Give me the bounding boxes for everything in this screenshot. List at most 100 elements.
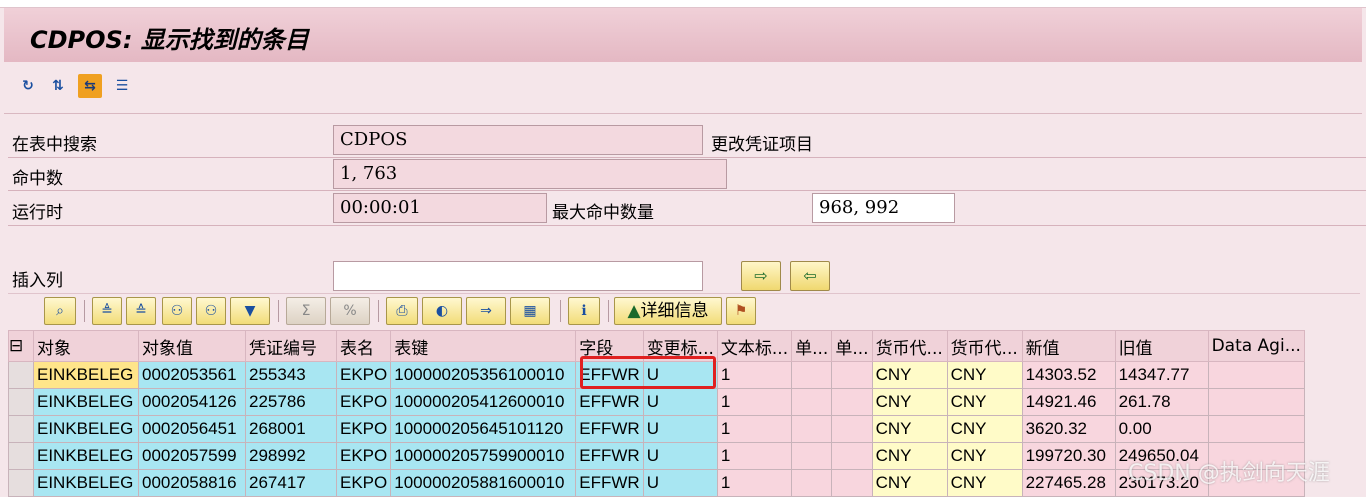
table-cell[interactable]: EINKBELEG — [33, 388, 139, 416]
table-cell[interactable]: EFFWR — [575, 388, 644, 416]
max-hits-field[interactable]: 968, 992 — [812, 193, 955, 223]
table-cell[interactable] — [1207, 388, 1305, 416]
extra-button[interactable]: ⚑ — [726, 297, 756, 325]
export-icon[interactable]: ⇆ — [78, 74, 102, 98]
table-cell[interactable]: 0002054126 — [138, 388, 246, 416]
table-cell[interactable]: CNY — [871, 469, 948, 497]
table-cell[interactable] — [1207, 361, 1305, 389]
row-selector[interactable] — [8, 415, 34, 443]
info-button[interactable]: ℹ — [568, 297, 600, 325]
table-cell[interactable] — [791, 415, 833, 443]
insert-column-field[interactable] — [333, 261, 703, 291]
table-cell[interactable]: 0002053561 — [138, 361, 246, 389]
table-cell[interactable]: EFFWR — [575, 469, 644, 497]
column-header[interactable]: 表名 — [335, 330, 392, 362]
list-icon[interactable]: ☰ — [110, 74, 134, 98]
table-cell[interactable]: CNY — [871, 361, 948, 389]
table-cell[interactable]: EKPO — [335, 388, 392, 416]
table-cell[interactable]: EINKBELEG — [33, 442, 139, 470]
table-cell[interactable]: 100000205356100010 — [390, 361, 577, 389]
column-header[interactable]: 对象值 — [138, 330, 246, 362]
table-cell[interactable]: EFFWR — [575, 442, 644, 470]
table-cell[interactable]: 1 — [716, 361, 793, 389]
column-header[interactable]: 文本标... — [716, 330, 793, 362]
table-cell[interactable]: U — [642, 442, 718, 470]
table-cell[interactable]: 1 — [716, 388, 793, 416]
table-cell[interactable]: 14347.77 — [1114, 361, 1209, 389]
table-cell[interactable]: EINKBELEG — [33, 469, 139, 497]
find-next-button[interactable]: ⚇ — [196, 297, 226, 325]
table-cell[interactable]: 1 — [716, 442, 793, 470]
row-selector[interactable] — [8, 442, 34, 470]
table-row[interactable]: EINKBELEG 0002054126 225786 EKPO 10000020541… — [8, 388, 1305, 416]
table-cell[interactable]: 298992 — [245, 442, 337, 470]
insert-column-button[interactable]: ⇨ — [741, 261, 781, 291]
table-cell[interactable]: 199720.30 — [1021, 442, 1116, 470]
table-cell[interactable]: EINKBELEG — [33, 415, 139, 443]
details-button[interactable]: ▲详细信息 — [614, 297, 722, 325]
table-cell[interactable]: 0002058816 — [138, 469, 246, 497]
table-cell[interactable]: 227465.28 — [1021, 469, 1116, 497]
print-button[interactable]: ⎙ — [386, 297, 418, 325]
table-cell[interactable] — [1207, 415, 1305, 443]
table-cell[interactable]: U — [642, 469, 718, 497]
table-cell[interactable]: 225786 — [245, 388, 337, 416]
table-cell[interactable]: CNY — [946, 361, 1023, 389]
table-cell[interactable]: 100000205645101120 — [390, 415, 577, 443]
table-cell[interactable]: 255343 — [245, 361, 337, 389]
column-header[interactable]: 货币代... — [871, 330, 948, 362]
sort-ascending-button[interactable]: ≜ — [92, 297, 122, 325]
table-cell[interactable]: 268001 — [245, 415, 337, 443]
table-cell[interactable]: 1 — [716, 415, 793, 443]
table-cell[interactable] — [831, 388, 873, 416]
table-cell[interactable]: 100000205759900010 — [390, 442, 577, 470]
table-cell[interactable] — [831, 469, 873, 497]
table-cell[interactable]: U — [642, 415, 718, 443]
column-header[interactable]: 表键 — [390, 330, 577, 362]
find-button[interactable]: ⚇ — [162, 297, 192, 325]
remove-column-button[interactable]: ⇦ — [790, 261, 830, 291]
table-cell[interactable] — [831, 415, 873, 443]
table-cell[interactable]: EKPO — [335, 415, 392, 443]
table-cell[interactable] — [791, 388, 833, 416]
details-view-button[interactable]: ⌕ — [44, 297, 76, 325]
table-cell[interactable]: 261.78 — [1114, 388, 1209, 416]
table-cell[interactable]: CNY — [871, 388, 948, 416]
table-cell[interactable] — [791, 442, 833, 470]
table-cell[interactable]: 100000205881600010 — [390, 469, 577, 497]
filter-icon[interactable]: ⇅ — [46, 74, 70, 98]
table-cell[interactable]: CNY — [946, 415, 1023, 443]
layout-button[interactable]: ▦ — [510, 297, 550, 325]
table-cell[interactable]: U — [642, 388, 718, 416]
column-header[interactable]: 单... — [831, 330, 873, 362]
table-cell[interactable] — [831, 442, 873, 470]
table-cell[interactable]: CNY — [946, 469, 1023, 497]
column-header[interactable]: 凭证编号 — [245, 330, 337, 362]
table-cell[interactable]: EFFWR — [575, 415, 644, 443]
table-cell[interactable]: 14303.52 — [1021, 361, 1116, 389]
table-cell[interactable]: 3620.32 — [1021, 415, 1116, 443]
row-selector[interactable] — [8, 388, 34, 416]
sort-descending-button[interactable]: ≙ — [126, 297, 156, 325]
table-cell[interactable]: 0002056451 — [138, 415, 246, 443]
table-cell[interactable]: 100000205412600010 — [390, 388, 577, 416]
table-cell[interactable]: EKPO — [335, 361, 392, 389]
column-header[interactable]: Data Agi... — [1207, 330, 1305, 362]
table-cell[interactable]: CNY — [871, 442, 948, 470]
table-cell[interactable]: 0002057599 — [138, 442, 246, 470]
table-name-field[interactable]: CDPOS — [333, 125, 703, 155]
table-cell[interactable]: CNY — [946, 442, 1023, 470]
table-cell[interactable]: CNY — [871, 415, 948, 443]
table-cell[interactable] — [791, 469, 833, 497]
table-cell[interactable]: CNY — [946, 388, 1023, 416]
table-cell[interactable]: EKPO — [335, 469, 392, 497]
table-cell[interactable]: 14921.46 — [1021, 388, 1116, 416]
sum-button[interactable]: Σ — [286, 297, 326, 325]
subtotal-button[interactable]: % — [330, 297, 370, 325]
views-button[interactable]: ◐ — [422, 297, 462, 325]
row-selector[interactable] — [8, 469, 34, 497]
table-cell[interactable]: EINKBELEG — [33, 361, 139, 389]
refresh-icon[interactable]: ↻ — [16, 74, 40, 98]
column-header[interactable]: 旧值 — [1114, 330, 1209, 362]
export-list-button[interactable]: ⇒ — [466, 297, 506, 325]
